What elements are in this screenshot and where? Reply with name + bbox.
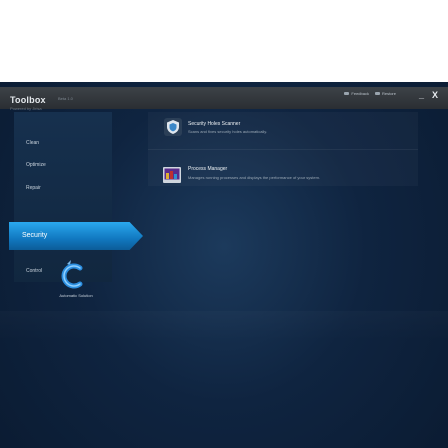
message-icon — [344, 92, 350, 95]
sidebar-item-repair[interactable]: Repair — [26, 185, 41, 191]
logo-label: Automatic Solution — [59, 293, 93, 298]
app-title: Toolbox — [10, 95, 46, 105]
minimize-button[interactable]: _ — [419, 90, 424, 100]
top-links: Feedback Restore — [344, 91, 396, 96]
feedback-link[interactable]: Feedback — [344, 91, 369, 96]
close-button[interactable]: X — [432, 90, 438, 100]
tools-divider — [148, 149, 418, 150]
restore-label: Restore — [381, 91, 396, 96]
tool-desc-security-holes-scanner: Scans and fixes security holes automatic… — [188, 129, 268, 134]
tool-title-process-manager[interactable]: Process Manager — [188, 166, 227, 172]
footer-area — [0, 311, 448, 341]
app-window: Toolbox Beta 1.0 Powered by Jirisa Feedb… — [0, 0, 448, 448]
c-logo-icon — [61, 260, 83, 289]
feedback-label: Feedback — [351, 91, 369, 96]
shield-icon[interactable] — [164, 118, 182, 136]
window-controls: _ X — [419, 90, 438, 100]
sidebar-item-optimize[interactable]: Optimize — [26, 162, 46, 168]
restore-link[interactable]: Restore — [374, 91, 396, 96]
sidebar — [14, 112, 112, 282]
tool-desc-process-manager: Manages running processes and displays t… — [188, 175, 321, 180]
sidebar-item-control[interactable]: Control — [26, 268, 42, 274]
process-manager-icon[interactable] — [163, 167, 181, 183]
app-version: Beta 1.0 — [58, 96, 73, 101]
outer-background — [0, 0, 448, 82]
sidebar-item-clean[interactable]: Clean — [26, 140, 39, 146]
restore-icon — [374, 92, 380, 95]
sidebar-item-security-label: Security — [22, 232, 48, 239]
app-subtitle: Powered by Jirisa — [10, 106, 42, 111]
tool-title-security-holes-scanner[interactable]: Security Holes Scanner — [188, 121, 240, 127]
